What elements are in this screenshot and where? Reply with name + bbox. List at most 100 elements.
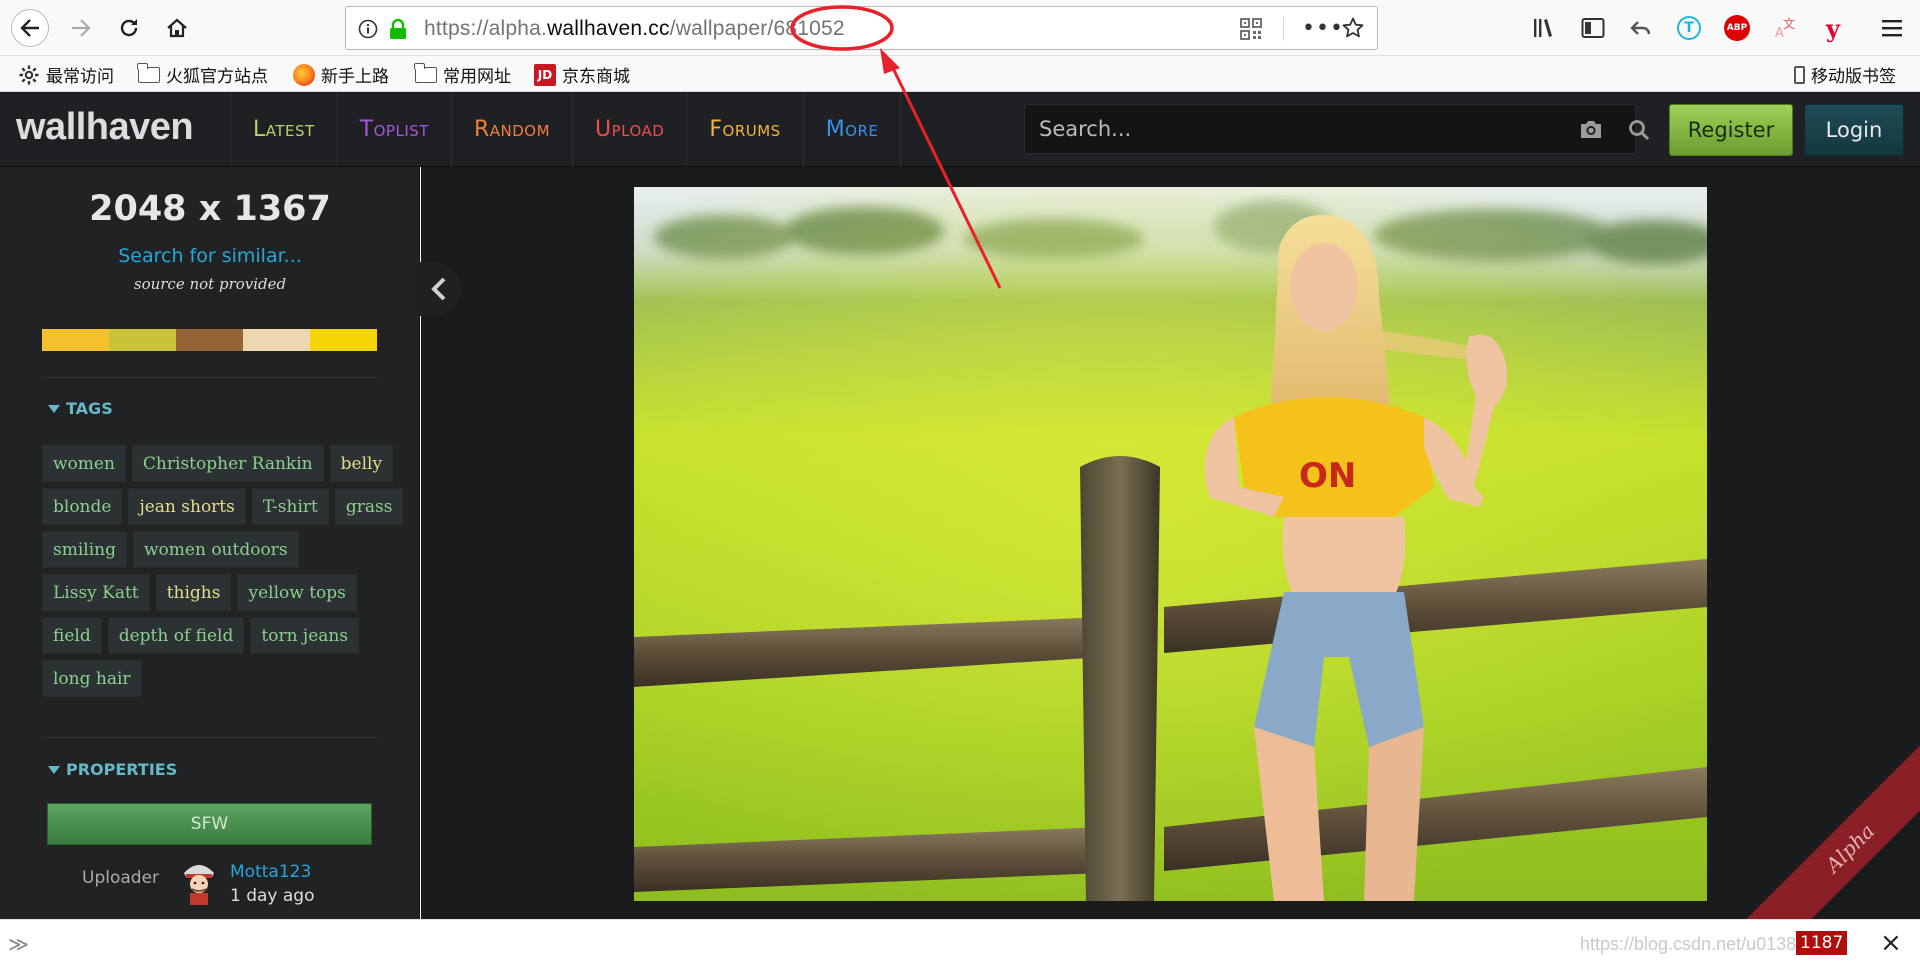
site-header: wallhaven Latest Toplist Random Upload Forum… (0, 92, 1920, 167)
info-icon[interactable] (358, 19, 378, 39)
qr-code-icon[interactable] (1240, 18, 1262, 40)
hamburger-menu-icon[interactable] (1877, 13, 1907, 43)
double-chevron-right-icon[interactable]: ≫ (8, 932, 29, 956)
firefox-icon (293, 63, 315, 86)
tag-belly[interactable]: belly (329, 445, 394, 482)
bookmark-getting-started[interactable]: 新手上路 (293, 62, 389, 87)
bookmarks-toolbar: 最常访问 火狐官方站点 新手上路 常用网址 JD 京东商城 移动版书签 (0, 56, 1920, 92)
y-extension-icon[interactable]: y (1818, 13, 1848, 43)
menu-item-toplist[interactable]: Toplist (336, 92, 451, 167)
collapse-sidebar-button[interactable] (417, 262, 461, 316)
tag-yellow-tops[interactable]: yellow tops (237, 574, 357, 611)
undo-icon[interactable] (1626, 13, 1656, 43)
menu-item-latest[interactable]: Latest (230, 92, 337, 167)
tag-women-outdoors[interactable]: women outdoors (133, 531, 299, 568)
tag-row: blonde jean shorts T-shirt grass (42, 488, 404, 525)
back-button[interactable] (11, 9, 49, 47)
palette-swatch[interactable] (42, 329, 109, 351)
tag-depth-of-field[interactable]: depth of field (107, 617, 245, 654)
forward-button[interactable] (62, 9, 100, 47)
page-actions-icon[interactable]: ••• (1302, 16, 1344, 41)
url-path: /wallpaper/ (669, 17, 774, 40)
site-logo[interactable]: wallhaven (16, 106, 194, 149)
bookmark-firefox-official[interactable]: 火狐官方站点 (137, 62, 268, 87)
caret-down-icon (48, 404, 60, 413)
palette-swatch[interactable] (243, 329, 310, 351)
bookmark-mobile[interactable]: 移动版书签 (1794, 62, 1896, 87)
tag-row: Lissy Katt thighs yellow tops (42, 574, 382, 611)
t-extension-icon[interactable]: T (1674, 13, 1704, 43)
lock-icon[interactable] (388, 18, 408, 40)
counter-badge: 1187 (1796, 931, 1848, 955)
folder-icon (137, 62, 160, 83)
chevron-left-icon (431, 277, 446, 301)
home-button[interactable] (158, 9, 196, 47)
url-text[interactable]: https://alpha.wallhaven.cc/wallpaper/681… (424, 17, 845, 41)
url-prefix: https://alpha. (424, 17, 548, 40)
upload-time: 1 day ago (230, 886, 315, 906)
jd-logo-icon: JD (534, 63, 556, 86)
svg-text:ON: ON (1299, 456, 1356, 496)
library-icon[interactable] (1529, 13, 1559, 43)
tag-women[interactable]: women (42, 445, 126, 482)
palette-swatch[interactable] (109, 329, 176, 351)
tags-title: TAGS (66, 399, 113, 418)
url-separator (1283, 17, 1284, 41)
tag-smiling[interactable]: smiling (42, 531, 127, 568)
arrow-right-icon (72, 19, 91, 37)
search-icon[interactable] (1627, 118, 1651, 142)
tag-jean-shorts[interactable]: jean shorts (128, 488, 246, 525)
translate-icon[interactable]: A文 (1770, 13, 1800, 43)
tag-christopher-rankin[interactable]: Christopher Rankin (131, 445, 324, 482)
tag-row: long hair (42, 660, 382, 697)
register-button[interactable]: Register (1669, 104, 1793, 156)
url-wallpaper-id: 681052 (773, 17, 845, 40)
reload-icon (120, 19, 138, 37)
svg-text:文: 文 (1783, 16, 1795, 31)
wallpaper-image[interactable]: ON (634, 187, 1707, 901)
tag-grass[interactable]: grass (334, 488, 404, 525)
menu-item-more[interactable]: More (802, 92, 902, 167)
tag-long-hair[interactable]: long hair (42, 660, 142, 697)
url-domain: wallhaven.cc (547, 17, 670, 40)
adblock-plus-icon[interactable]: ABP (1722, 13, 1752, 43)
bookmark-label: 火狐官方站点 (166, 67, 268, 87)
tag-thighs[interactable]: thighs (155, 574, 232, 611)
tag-lissy-katt[interactable]: Lissy Katt (42, 574, 150, 611)
search-input[interactable] (1025, 105, 1565, 153)
bookmark-label: 移动版书签 (1811, 67, 1896, 87)
home-icon (167, 18, 187, 38)
tags-section-toggle[interactable]: TAGS (48, 399, 113, 418)
reload-button[interactable] (110, 9, 148, 47)
properties-section-toggle[interactable]: PROPERTIES (48, 760, 177, 779)
tag-blonde[interactable]: blonde (42, 488, 123, 525)
star-icon[interactable] (1341, 16, 1365, 40)
wallpaper-viewer: ON Alpha (417, 167, 1920, 957)
camera-icon[interactable] (1578, 118, 1604, 140)
uploader-name-link[interactable]: Motta123 (230, 862, 311, 882)
menu-item-upload[interactable]: Upload (572, 92, 686, 167)
folder-icon (414, 62, 437, 83)
tag-torn-jeans[interactable]: torn jeans (250, 617, 360, 654)
properties-title: PROPERTIES (66, 760, 178, 779)
palette-swatch[interactable] (176, 329, 243, 351)
bookmark-jd-mall[interactable]: JD 京东商城 (534, 62, 630, 87)
sidebar-icon[interactable] (1578, 13, 1608, 43)
url-bar[interactable]: https://alpha.wallhaven.cc/wallpaper/681… (345, 6, 1378, 50)
palette-swatch[interactable] (310, 329, 377, 351)
avatar[interactable] (178, 859, 220, 907)
color-palette (42, 329, 377, 351)
tag-row: women Christopher Rankin belly (42, 445, 394, 482)
menu-item-random[interactable]: Random (450, 92, 572, 167)
browser-toolbar: https://alpha.wallhaven.cc/wallpaper/681… (0, 0, 1920, 56)
login-button[interactable]: Login (1804, 104, 1904, 156)
tag-list: women Christopher Rankin belly blonde jean s… (42, 445, 404, 703)
search-similar-link[interactable]: Search for similar... (0, 245, 420, 267)
wallpaper-info-sidebar: 2048 x 1367 Search for similar... source… (0, 167, 420, 919)
tag-t-shirt[interactable]: T-shirt (251, 488, 329, 525)
menu-item-forums[interactable]: Forums (686, 92, 802, 167)
tag-field[interactable]: field (42, 617, 102, 654)
bookmark-common-sites[interactable]: 常用网址 (414, 62, 511, 87)
bookmark-most-visited[interactable]: 最常访问 (18, 62, 114, 87)
close-icon[interactable]: × (1880, 928, 1902, 958)
